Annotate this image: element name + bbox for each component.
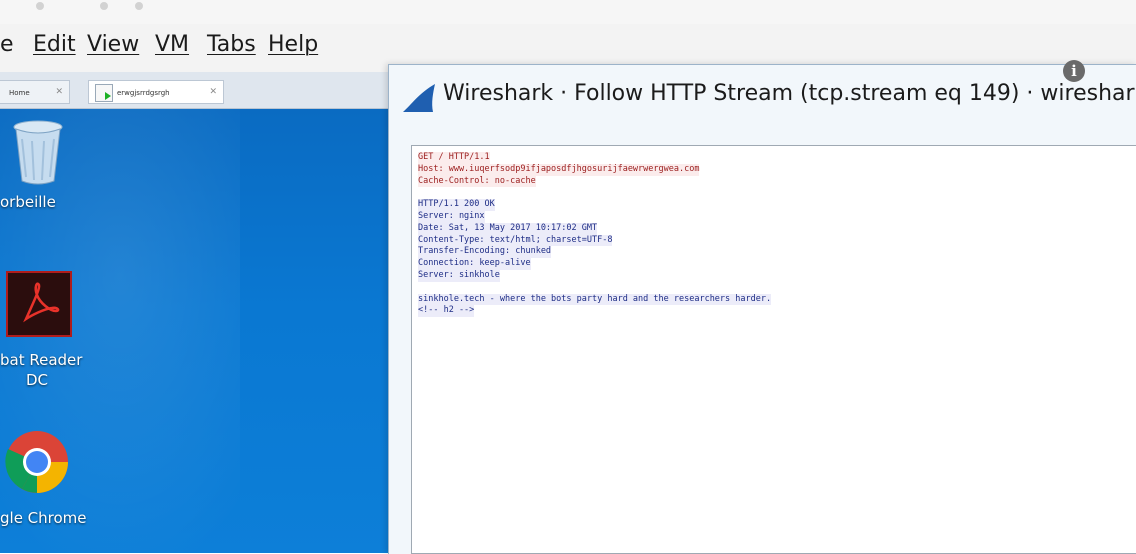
menu-edit[interactable]: Edit bbox=[33, 32, 76, 57]
stream-response-line: Server: nginx bbox=[418, 210, 485, 223]
menu-file[interactable]: e bbox=[0, 32, 14, 57]
stream-response-line: HTTP/1.1 200 OK bbox=[418, 199, 495, 211]
stream-request-line: Host: www.iuqerfsodp9ifjaposdfjhgosurijf… bbox=[418, 163, 700, 176]
tab-vm-label: erwgjsrrdgsrgh bbox=[117, 89, 170, 97]
window-control-dot[interactable] bbox=[100, 2, 108, 10]
acrobat-reader-label-2: DC bbox=[26, 371, 49, 389]
stream-response-line: Transfer-Encoding: chunked bbox=[418, 246, 552, 259]
vm-tab-bar: Home ✕ erwgjsrrdgsrgh ✕ bbox=[0, 72, 395, 109]
stream-response-line: Content-Type: text/html; charset=UTF-8 bbox=[418, 234, 613, 247]
stream-blank-line bbox=[418, 282, 1130, 294]
stream-request-line: GET / HTTP/1.1 bbox=[418, 152, 490, 164]
stream-blank-line bbox=[418, 187, 1130, 199]
menu-help[interactable]: Help bbox=[268, 32, 318, 57]
menu-vm[interactable]: VM bbox=[155, 32, 189, 57]
tab-home-label: Home bbox=[9, 89, 30, 97]
tab-vm[interactable]: erwgjsrrdgsrgh ✕ bbox=[88, 80, 224, 104]
google-chrome-label: gle Chrome bbox=[0, 509, 87, 527]
recycle-bin-icon[interactable] bbox=[8, 117, 68, 191]
close-icon[interactable]: ✕ bbox=[209, 87, 217, 97]
vm-play-icon bbox=[95, 84, 113, 102]
close-icon[interactable]: ✕ bbox=[55, 87, 63, 97]
window-control-dot[interactable] bbox=[36, 2, 44, 10]
menu-tabs[interactable]: Tabs bbox=[207, 32, 256, 57]
window-top-strip bbox=[0, 0, 1136, 24]
wireshark-fin-icon bbox=[403, 84, 435, 112]
stream-response-line: sinkhole.tech - where the bots party har… bbox=[418, 293, 772, 306]
recycle-bin-label: orbeille bbox=[0, 193, 56, 211]
acrobat-reader-icon[interactable] bbox=[6, 271, 72, 341]
stream-content-pane[interactable]: GET / HTTP/1.1 Host: www.iuqerfsodp9ifjap… bbox=[411, 145, 1136, 554]
window-control-dot[interactable] bbox=[135, 2, 143, 10]
windows-desktop: orbeille bat Reader DC gle Chrome bbox=[0, 109, 395, 553]
stream-response-line: Server: sinkhole bbox=[418, 269, 500, 282]
stream-response-line: <!-- h2 --> bbox=[418, 305, 475, 318]
stream-response-line: Date: Sat, 13 May 2017 10:17:02 GMT bbox=[418, 222, 598, 235]
wireshark-follow-stream-dialog: i Wireshark · Follow HTTP Stream (tcp.st… bbox=[388, 60, 1136, 554]
stream-request-line: Cache-Control: no-cache bbox=[418, 175, 536, 188]
tab-home[interactable]: Home ✕ bbox=[0, 80, 70, 104]
dialog-title: Wireshark · Follow HTTP Stream (tcp.stre… bbox=[443, 81, 1136, 106]
menu-view[interactable]: View bbox=[87, 32, 139, 57]
acrobat-reader-label-1: bat Reader bbox=[0, 351, 83, 369]
info-icon[interactable]: i bbox=[1063, 60, 1085, 82]
google-chrome-icon[interactable] bbox=[4, 429, 70, 499]
stream-response-line: Connection: keep-alive bbox=[418, 258, 531, 270]
